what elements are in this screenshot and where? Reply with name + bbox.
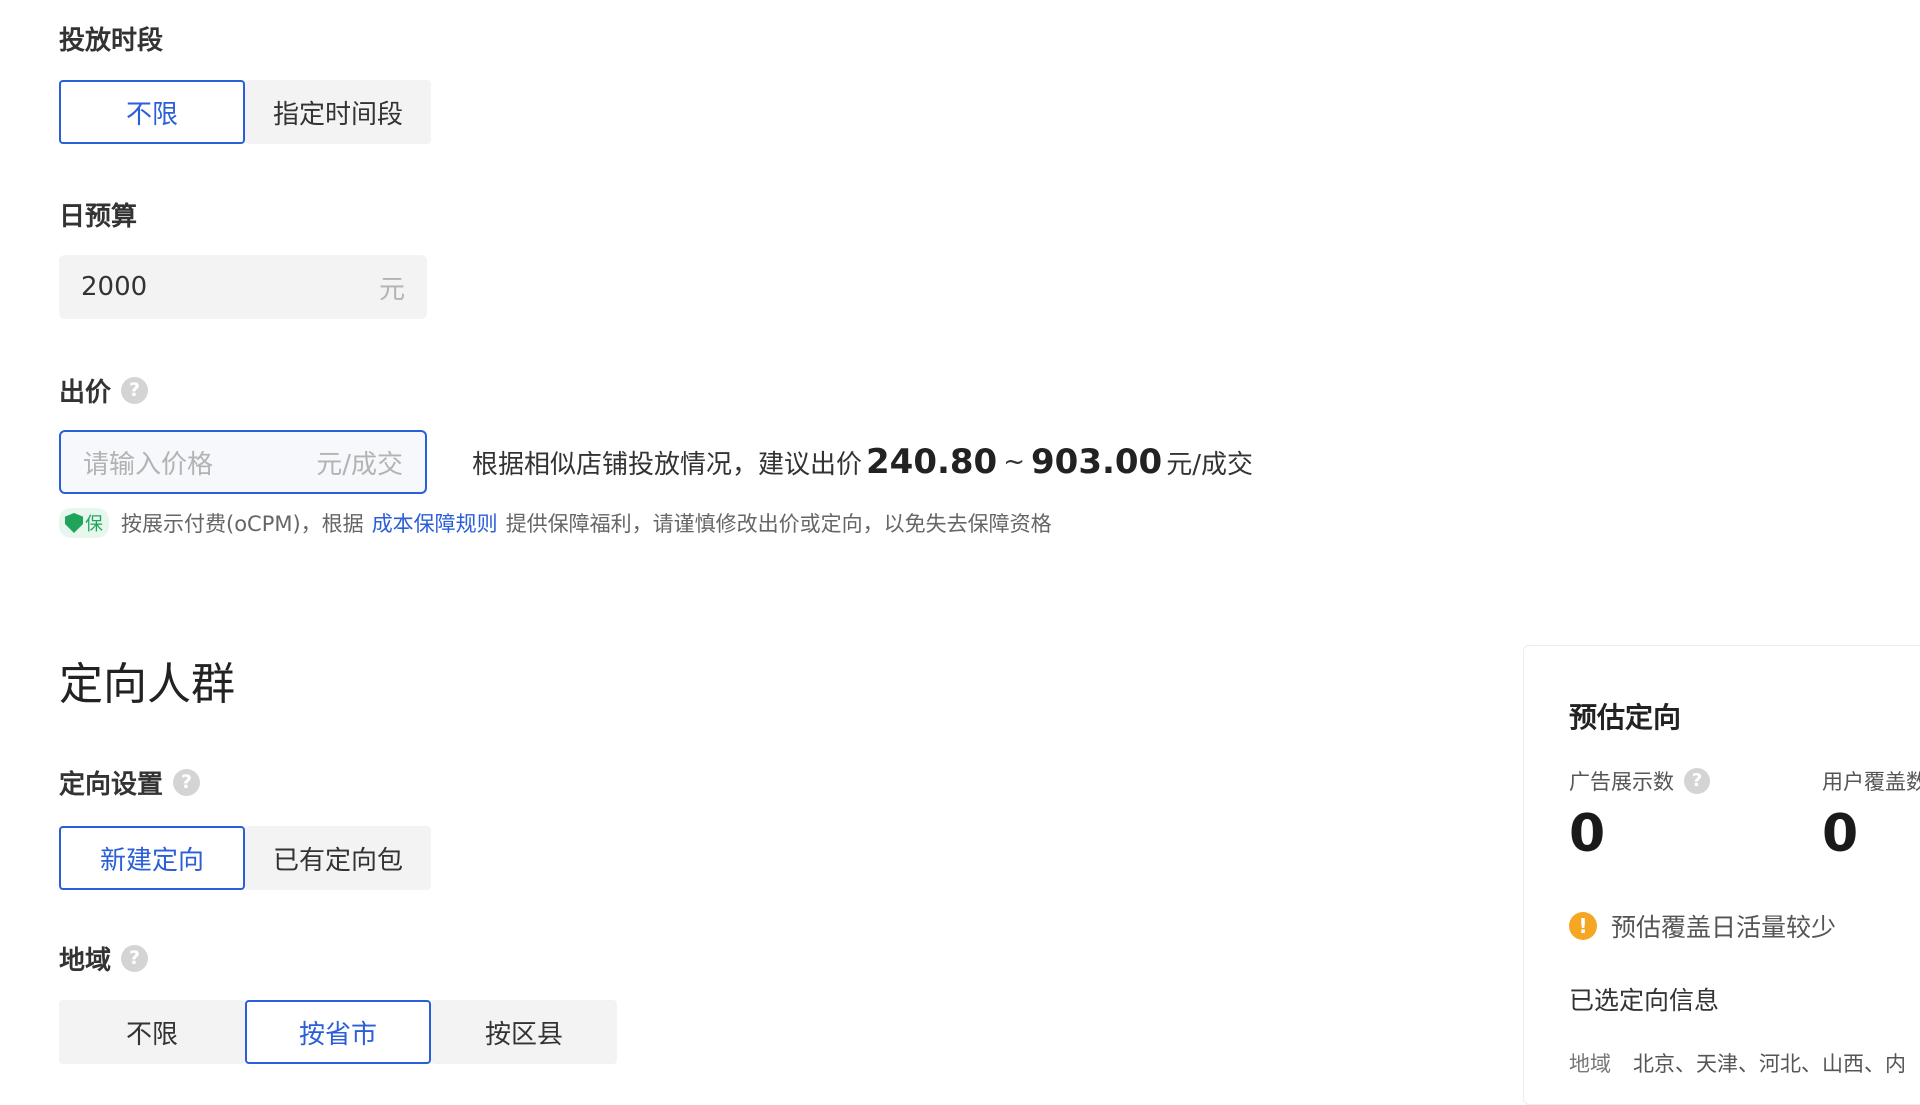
- targeting-option-existing-package[interactable]: 已有定向包: [245, 826, 431, 890]
- delivery-time-label: 投放时段: [59, 20, 163, 57]
- region-label: 地域 ?: [59, 940, 149, 977]
- selected-region-value: 北京、天津、河北、山西、内: [1633, 1052, 1906, 1076]
- guarantee-badge: 保: [59, 508, 109, 538]
- bid-suggestion-min: 240.80: [866, 442, 998, 482]
- delivery-time-segmented: 不限 指定时间段: [59, 80, 431, 144]
- bid-suggestion: 根据相似店铺投放情况，建议出价 240.80 ~ 903.00 元/成交: [472, 438, 1253, 486]
- bid-input[interactable]: 请输入价格 元/成交: [59, 430, 427, 494]
- targeting-section-title: 定向人群: [59, 659, 235, 710]
- bid-suggestion-max: 903.00: [1031, 442, 1163, 482]
- targeting-option-new[interactable]: 新建定向: [59, 826, 245, 890]
- targeting-setting-label-text: 定向设置: [59, 770, 164, 800]
- user-coverage-label-text: 用户覆盖数: [1822, 770, 1920, 794]
- selected-region-key: 地域: [1569, 1052, 1611, 1076]
- ad-impressions-stat: 广告展示数 ? 0: [1569, 766, 1710, 864]
- ad-impressions-help-icon[interactable]: ?: [1684, 768, 1710, 794]
- region-option-unlimited[interactable]: 不限: [59, 1000, 245, 1064]
- daily-budget-unit: 元: [378, 274, 405, 305]
- region-option-province-city[interactable]: 按省市: [245, 1000, 431, 1064]
- ad-impressions-value: 0: [1569, 804, 1606, 864]
- guarantee-text-after: 提供保障福利，请谨慎修改出价或定向，以免失去保障资格: [505, 512, 1052, 536]
- bid-help-icon[interactable]: ?: [121, 377, 149, 404]
- bid-suggestion-unit: 元/成交: [1166, 449, 1253, 480]
- bid-input-unit: 元/成交: [316, 449, 403, 480]
- estimate-card-title: 预估定向: [1569, 701, 1682, 734]
- delivery-time-option-specified[interactable]: 指定时间段: [245, 80, 431, 144]
- region-segmented: 不限 按省市 按区县: [59, 1000, 617, 1064]
- ad-impressions-label: 广告展示数 ?: [1569, 766, 1710, 796]
- delivery-time-option-unlimited[interactable]: 不限: [59, 80, 245, 144]
- cost-guarantee-notice: 保 按展示付费(oCPM)，根据 成本保障规则 提供保障福利，请谨慎修改出价或定…: [59, 508, 1052, 538]
- selected-targeting-info-title: 已选定向信息: [1569, 986, 1720, 1015]
- bid-label: 出价 ?: [59, 372, 149, 409]
- user-coverage-value: 0: [1822, 804, 1859, 864]
- user-coverage-label: 用户覆盖数: [1822, 766, 1920, 796]
- user-coverage-stat: 用户覆盖数 0: [1822, 766, 1920, 864]
- bid-input-placeholder: 请输入价格: [83, 449, 214, 480]
- shield-icon: [65, 513, 83, 533]
- estimate-targeting-card: 预估定向 广告展示数 ? 0 用户覆盖数 0 ! 预估覆盖日活量较少 已选定向信…: [1523, 645, 1920, 1105]
- daily-budget-input[interactable]: 2000 元: [59, 255, 427, 319]
- region-option-district[interactable]: 按区县: [431, 1000, 617, 1064]
- daily-budget-label: 日预算: [59, 196, 137, 233]
- targeting-setting-help-icon[interactable]: ?: [173, 769, 201, 796]
- bid-suggestion-tilde: ~: [1003, 447, 1026, 477]
- selected-region-row: 地域 北京、天津、河北、山西、内: [1569, 1048, 1906, 1078]
- ad-impressions-label-text: 广告展示数: [1569, 770, 1674, 794]
- region-help-icon[interactable]: ?: [121, 945, 149, 972]
- bid-label-text: 出价: [59, 378, 112, 408]
- daily-budget-label-text: 日预算: [59, 202, 138, 232]
- cost-guarantee-rules-link[interactable]: 成本保障规则: [372, 508, 498, 538]
- guarantee-badge-text: 保: [85, 514, 103, 535]
- delivery-time-label-text: 投放时段: [59, 26, 164, 56]
- warning-icon: !: [1569, 912, 1597, 940]
- targeting-setting-label: 定向设置 ?: [59, 764, 201, 801]
- bid-suggestion-prefix: 根据相似店铺投放情况，建议出价: [472, 449, 863, 480]
- region-label-text: 地域: [59, 946, 112, 976]
- guarantee-text-before: 按展示付费(oCPM)，根据: [121, 512, 364, 536]
- coverage-warning-text: 预估覆盖日活量较少: [1611, 913, 1837, 942]
- daily-budget-value: 2000: [81, 272, 148, 302]
- coverage-warning: ! 预估覆盖日活量较少: [1569, 908, 1836, 944]
- targeting-setting-segmented: 新建定向 已有定向包: [59, 826, 431, 890]
